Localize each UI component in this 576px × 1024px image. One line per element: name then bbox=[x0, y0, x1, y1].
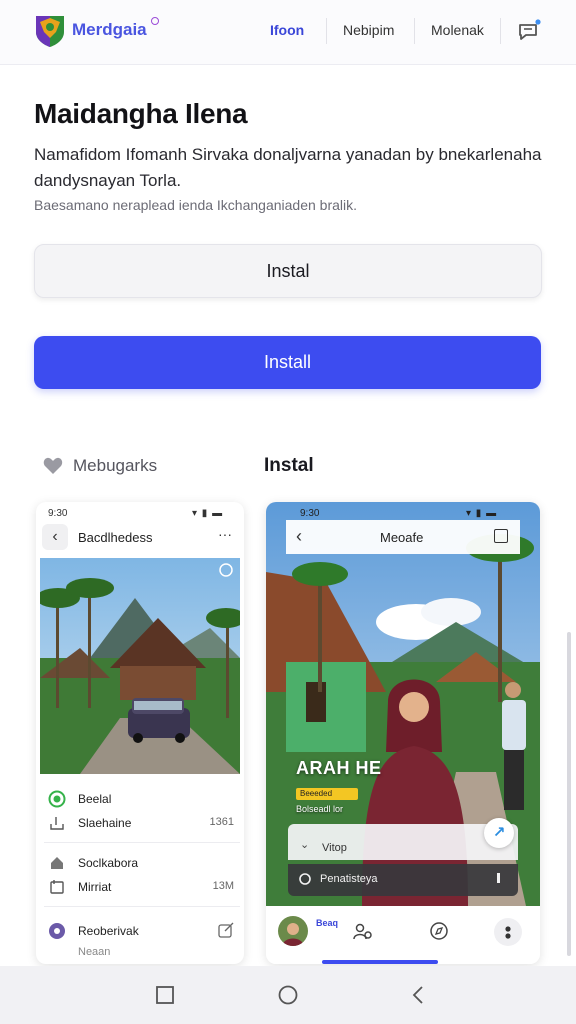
instal-button[interactable]: Instal bbox=[34, 244, 542, 298]
media-bar-label: Penatisteya bbox=[320, 873, 378, 885]
nav-divider bbox=[500, 18, 501, 44]
nav-item-second[interactable]: Nebipim bbox=[343, 22, 394, 38]
nav-item-third[interactable]: Molenak bbox=[431, 22, 484, 38]
brand-name[interactable]: Merdgaia bbox=[72, 20, 147, 40]
home-icon[interactable] bbox=[277, 984, 299, 1006]
media-bar[interactable]: Penatisteya bbox=[288, 864, 518, 896]
phone-screen-title: Meoafe bbox=[380, 530, 424, 545]
status-time: 9:30 bbox=[48, 508, 68, 519]
phone-app-bar: ‹ Meoafe bbox=[286, 520, 520, 554]
status-time: 9:30 bbox=[300, 508, 320, 519]
list-item-label: Mirriat bbox=[78, 880, 112, 894]
compass-fab-icon[interactable]: ↗ bbox=[484, 818, 514, 848]
list-divider bbox=[44, 906, 240, 907]
back-icon[interactable] bbox=[408, 984, 430, 1006]
phone-bottom-nav: Beaq bbox=[266, 906, 540, 964]
heart-icon bbox=[43, 457, 63, 474]
active-tab-indicator bbox=[322, 960, 438, 964]
overlay-badge: Beeeded bbox=[296, 788, 358, 800]
page-description: Namafidom Ifomanh Sirvaka donaljvarna ya… bbox=[34, 145, 542, 190]
more-icon[interactable]: ··· bbox=[218, 526, 232, 542]
nav-item-home[interactable]: Ifoon bbox=[270, 22, 304, 38]
page-subtitle: Baesamano neraplead ienda Ikchanganiaden… bbox=[34, 197, 358, 213]
list-item-label: Slaehaine bbox=[78, 816, 132, 830]
install-button[interactable]: Install bbox=[34, 336, 541, 389]
page-title: Maidangha Ilena bbox=[34, 98, 248, 129]
pause-icon[interactable] bbox=[497, 873, 500, 883]
nav-divider bbox=[326, 18, 327, 44]
recent-apps-icon[interactable] bbox=[154, 984, 176, 1006]
system-navigation-bar bbox=[0, 966, 576, 1024]
nav-divider bbox=[414, 18, 415, 44]
app-header: Merdgaia Ifoon Nebipim Molenak bbox=[0, 0, 576, 65]
list-item-label: Soclkabora bbox=[78, 856, 139, 870]
chat-icon[interactable] bbox=[516, 18, 542, 44]
edit-icon[interactable] bbox=[218, 922, 234, 938]
section-label-left: Mebugarks bbox=[73, 456, 158, 475]
list-item-value: 1361 bbox=[209, 816, 234, 828]
list-item-label: Neaan bbox=[78, 946, 111, 958]
list-item-value: 13M bbox=[212, 880, 234, 892]
screenshot-card-left[interactable]: 9:30 ▾ ▮ ▬ ‹ Bacdlhedess ··· Beelal Slae… bbox=[36, 502, 244, 964]
page-scrollbar[interactable] bbox=[567, 632, 571, 956]
phone-screen-title: Bacdlhedess bbox=[78, 530, 153, 545]
bottom-nav-label: Beaq bbox=[316, 918, 339, 928]
sheet-label: Vitop bbox=[322, 842, 347, 854]
home-circle-icon bbox=[51, 857, 63, 869]
list-item-label: Reoberivak bbox=[78, 924, 139, 938]
dots-icon[interactable] bbox=[494, 918, 522, 946]
pause-icon bbox=[50, 817, 64, 830]
status-icons: ▾ ▮ ▬ bbox=[466, 508, 498, 519]
refresh-icon[interactable] bbox=[298, 872, 312, 886]
settings-icon bbox=[49, 923, 65, 939]
people-icon[interactable] bbox=[352, 920, 374, 942]
back-arrow-icon[interactable]: ‹ bbox=[296, 526, 302, 547]
overlay-title: ARAH HE bbox=[296, 758, 382, 778]
overlay-caption: Bolseadl lor bbox=[296, 804, 344, 814]
square-icon[interactable] bbox=[494, 529, 508, 543]
compass-icon[interactable] bbox=[428, 920, 450, 942]
list-divider bbox=[44, 842, 240, 843]
list-item-label: Beelal bbox=[78, 792, 112, 806]
check-circle-icon bbox=[48, 790, 66, 808]
village-photo bbox=[40, 558, 240, 774]
back-arrow-icon[interactable]: ‹ bbox=[42, 524, 68, 550]
refresh-icon bbox=[50, 880, 64, 894]
screenshot-card-right[interactable]: 9:30 ▾ ▮ ▬ ‹ Meoafe ARAH HE Beeeded Bols… bbox=[266, 502, 540, 964]
brand-mark-icon bbox=[151, 17, 159, 25]
section-label-right: Instal bbox=[264, 455, 314, 476]
status-icons: ▾ ▮ ▬ bbox=[192, 508, 224, 519]
shield-logo-icon[interactable] bbox=[34, 14, 66, 48]
avatar[interactable] bbox=[278, 916, 308, 946]
phone-app-bar: ‹ Bacdlhedess ··· bbox=[36, 522, 244, 554]
chevron-down-icon[interactable]: ⌄ bbox=[300, 838, 309, 851]
